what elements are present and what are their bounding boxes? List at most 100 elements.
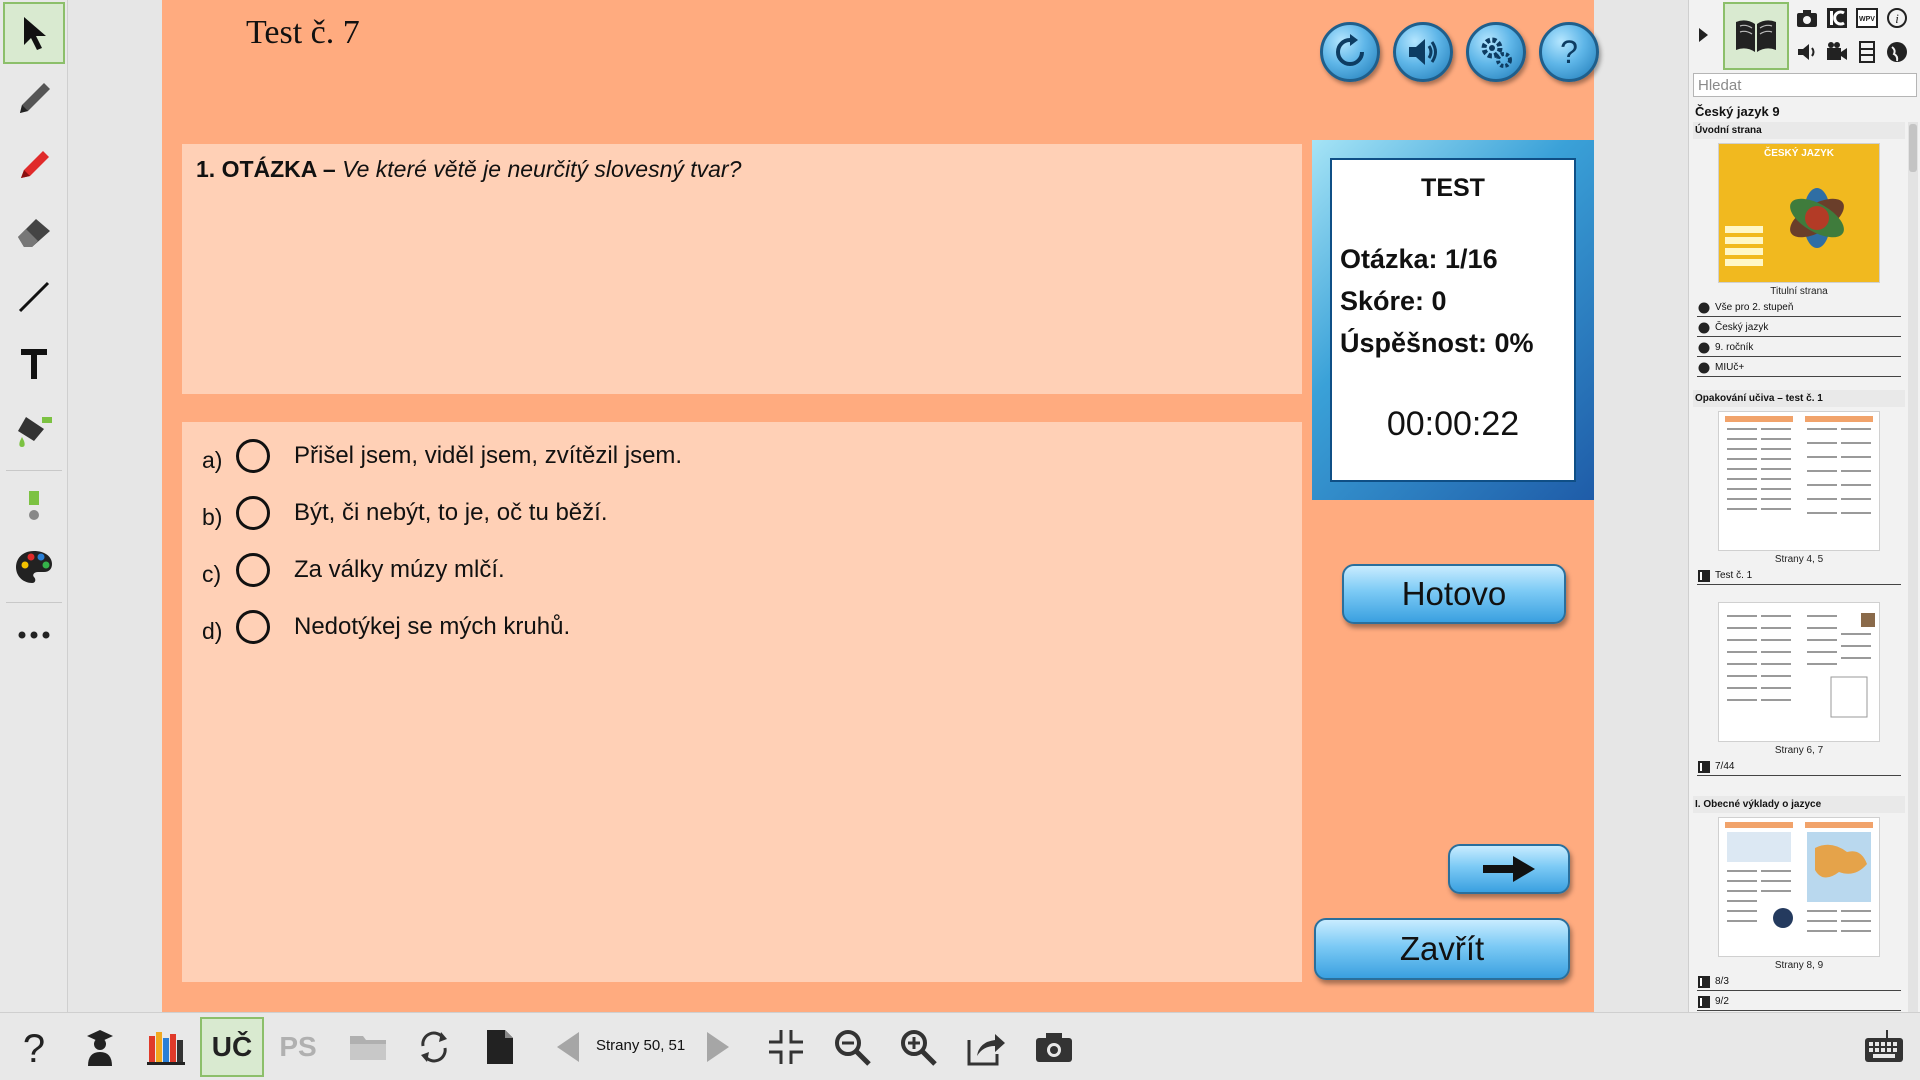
share-icon	[967, 1034, 1005, 1066]
fill-tool[interactable]	[3, 398, 65, 460]
search-input[interactable]	[1693, 73, 1917, 97]
help-button[interactable]: ?	[1539, 22, 1599, 82]
marker-tool[interactable]	[3, 134, 65, 196]
spread-thumbnail-image	[1721, 605, 1877, 739]
thumbnail-caption: Strany 8, 9	[1774, 960, 1824, 971]
toc-section-header: Opakování učiva – test č. 1	[1693, 390, 1905, 407]
answer-radio[interactable]	[236, 439, 270, 473]
teacher-button[interactable]	[68, 1017, 132, 1077]
more-tool[interactable]	[3, 604, 65, 666]
book-view-button[interactable]	[1723, 2, 1789, 70]
close-button[interactable]: Zavřít	[1314, 918, 1570, 980]
toc-section-header	[1693, 592, 1905, 598]
toc-link[interactable]: Test č. 1	[1697, 567, 1901, 585]
success-rate: Úspěšnost: 0%	[1340, 328, 1534, 358]
answer-radio[interactable]	[236, 610, 270, 644]
zoom-in-icon	[901, 1030, 937, 1066]
previous-page-button[interactable]	[536, 1017, 600, 1077]
thumbnail-caption: Strany 4, 5	[1774, 554, 1824, 565]
page-thumbnail[interactable]	[1718, 817, 1880, 957]
teacher-icon	[87, 1030, 113, 1066]
camera-filter-button[interactable]	[1793, 4, 1821, 32]
zoom-in-button[interactable]	[886, 1017, 950, 1077]
answer-letter: d)	[202, 617, 223, 644]
screenshot-button[interactable]	[1022, 1017, 1086, 1077]
uc-mode-button[interactable]: UČ	[200, 1017, 264, 1077]
ic-filter-button[interactable]	[1823, 4, 1851, 32]
keyboard-button[interactable]	[1852, 1017, 1916, 1077]
answer-option-b[interactable]: b) Být, či nebýt, to je, oč tu běží.	[202, 493, 608, 533]
line-tool[interactable]	[3, 266, 65, 328]
ic-icon	[1827, 8, 1847, 28]
zoom-out-button[interactable]	[820, 1017, 884, 1077]
eraser-tool[interactable]	[3, 200, 65, 262]
camera-icon	[1036, 1033, 1072, 1062]
answer-option-a[interactable]: a) Přišel jsem, viděl jsem, zvítězil jse…	[202, 436, 682, 476]
answer-letter: a)	[202, 446, 223, 473]
toc-link[interactable]: Vše pro 2. stupeň	[1697, 299, 1901, 317]
wpv-filter-button[interactable]: WPV	[1853, 4, 1881, 32]
page-thumbnail[interactable]: ČESKÝ JAZYK	[1718, 143, 1880, 283]
toc-section-header: I. Obecné výklady o jazyce	[1693, 796, 1905, 813]
toc-link-label: Test č. 1	[1715, 570, 1753, 581]
page-button[interactable]	[468, 1017, 532, 1077]
text-tool[interactable]	[3, 332, 65, 394]
scrollbar[interactable]	[1908, 122, 1918, 1012]
toc-link[interactable]: 7/44	[1697, 758, 1901, 776]
more-icon	[18, 631, 50, 639]
info-filter-button[interactable]: i	[1883, 4, 1911, 32]
table-of-contents[interactable]: Úvodní strana ČESKÝ JAZYK Titulní strana…	[1693, 122, 1905, 1012]
book-icon	[1736, 20, 1776, 52]
globe-icon	[1697, 321, 1711, 335]
palette-icon	[16, 551, 52, 583]
next-button[interactable]	[1448, 844, 1570, 894]
open-folder-button[interactable]	[336, 1017, 400, 1077]
sound-button[interactable]	[1393, 22, 1453, 82]
answer-option-d[interactable]: d) Nedotýkej se mých kruhů.	[202, 607, 570, 647]
settings-button[interactable]	[1466, 22, 1526, 82]
answer-option-c[interactable]: c) Za války múzy mlčí.	[202, 550, 505, 590]
score-box: TEST Otázka: 1/16 Skóre: 0 Úspěšnost: 0%…	[1312, 140, 1594, 500]
reload-button[interactable]	[1320, 22, 1380, 82]
timer: 00:00:22	[1386, 405, 1520, 443]
web-filter-button[interactable]	[1883, 38, 1911, 66]
exit-fullscreen-button[interactable]	[754, 1017, 818, 1077]
scroll-thumb[interactable]	[1909, 124, 1917, 172]
next-page-button[interactable]	[686, 1017, 750, 1077]
audio-filter-button[interactable]	[1793, 38, 1821, 66]
toc-link-label: 9. ročník	[1715, 342, 1754, 353]
library-button[interactable]	[134, 1017, 198, 1077]
palette-tool[interactable]	[3, 536, 65, 598]
ps-mode-button[interactable]: PS	[266, 1017, 330, 1077]
page-thumbnail[interactable]	[1718, 602, 1880, 742]
page-thumbnail[interactable]	[1718, 411, 1880, 551]
size-tool[interactable]	[3, 472, 65, 534]
toc-link[interactable]: 8/3	[1697, 973, 1901, 991]
toc-section-header: Úvodní strana	[1693, 122, 1905, 139]
pencil-tool[interactable]	[3, 68, 65, 130]
film-filter-button[interactable]	[1853, 38, 1881, 66]
cover-flower-image	[1725, 188, 1844, 266]
answer-radio[interactable]	[236, 553, 270, 587]
globe-icon	[1887, 42, 1907, 62]
sync-button[interactable]	[402, 1017, 466, 1077]
toc-link[interactable]: MIUč+	[1697, 359, 1901, 377]
ic-icon	[1697, 975, 1711, 989]
toc-link[interactable]: 9. ročník	[1697, 339, 1901, 357]
globe-icon	[1697, 301, 1711, 315]
toc-link[interactable]: Český jazyk	[1697, 319, 1901, 337]
help-icon: ?	[23, 1027, 45, 1068]
help-button[interactable]: ?	[2, 1017, 66, 1077]
select-tool[interactable]	[3, 2, 65, 64]
done-button[interactable]: Hotovo	[1342, 564, 1566, 624]
share-button[interactable]	[954, 1017, 1018, 1077]
answer-letter: c)	[202, 560, 222, 587]
line-icon	[18, 281, 50, 313]
books-icon	[147, 1032, 185, 1065]
right-panel: WPV i Český jazyk 9 Úvodní strana ČESKÝ …	[1688, 0, 1920, 1012]
zoom-out-icon	[835, 1030, 871, 1066]
collapse-panel-button[interactable]	[1693, 22, 1713, 48]
video-filter-button[interactable]	[1823, 38, 1851, 66]
toc-link[interactable]: 9/2	[1697, 993, 1901, 1011]
answer-radio[interactable]	[236, 496, 270, 530]
